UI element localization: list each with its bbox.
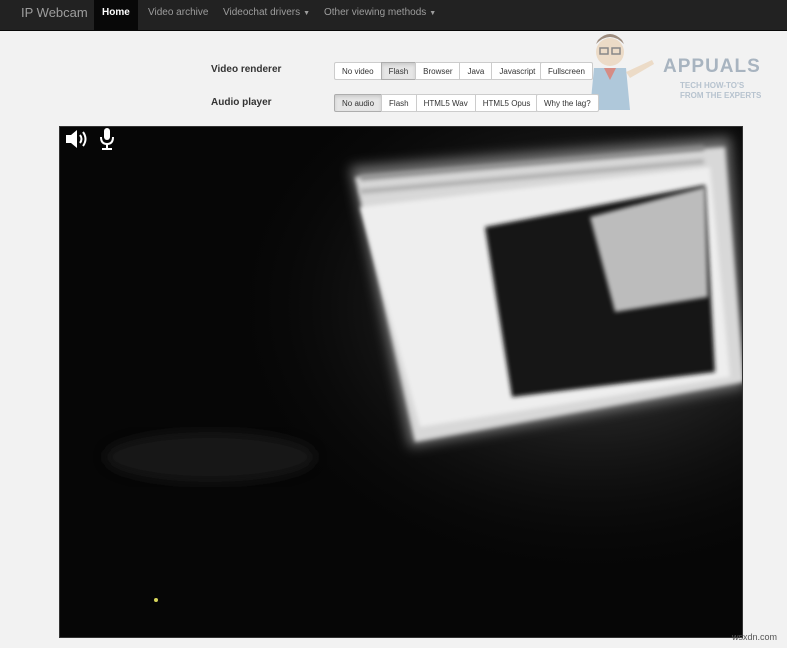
why-the-lag-button[interactable]: Why the lag? [536, 94, 599, 112]
audio-player-html5-opus-button[interactable]: HTML5 Opus [474, 94, 539, 112]
nav-videochat-drivers-label: Videochat drivers [223, 7, 301, 18]
microphone-icon[interactable] [98, 127, 116, 151]
navbar: IP Webcam Home Video archive Videochat d… [0, 0, 787, 31]
video-renderer-flash-button[interactable]: Flash [380, 62, 417, 80]
audio-player-label: Audio player [211, 97, 272, 108]
audio-player-flash-button[interactable]: Flash [381, 94, 417, 112]
video-frame-image [60, 127, 742, 637]
video-renderer-java-button[interactable]: Java [459, 62, 493, 80]
video-renderer-no-video-button[interactable]: No video [334, 62, 382, 80]
nav-other-viewing-methods-label: Other viewing methods [324, 7, 427, 18]
why-lag-button-group: Why the lag? [536, 94, 599, 112]
video-stream[interactable] [59, 126, 743, 638]
nav-home[interactable]: Home [94, 0, 138, 30]
fullscreen-button[interactable]: Fullscreen [540, 62, 593, 80]
watermark-text: wsxdn.com [731, 632, 777, 642]
nav-video-archive[interactable]: Video archive [148, 0, 208, 30]
nav-videochat-drivers[interactable]: Videochat drivers ▼ [223, 0, 310, 30]
video-renderer-label: Video renderer [211, 64, 282, 75]
video-renderer-browser-button[interactable]: Browser [415, 62, 461, 80]
audio-player-button-group: No audio Flash HTML5 Wav HTML5 Opus [334, 94, 539, 112]
video-renderer-javascript-button[interactable]: Javascript [491, 62, 544, 80]
caret-down-icon: ▼ [429, 10, 437, 17]
caret-down-icon: ▼ [303, 10, 311, 17]
audio-player-html5-wav-button[interactable]: HTML5 Wav [415, 94, 476, 112]
speaker-icon[interactable] [64, 127, 90, 151]
brand-link[interactable]: IP Webcam [21, 5, 88, 21]
appuals-tagline: TECH HOW-TO'S FROM THE EXPERTS [680, 81, 762, 100]
video-renderer-button-group: No video Flash Browser Java Javascript [334, 62, 544, 80]
appuals-logo-text: APPUALS [663, 56, 761, 77]
nav-other-viewing-methods[interactable]: Other viewing methods ▼ [324, 0, 436, 30]
audio-player-no-audio-button[interactable]: No audio [334, 94, 383, 112]
fullscreen-button-group: Fullscreen [540, 62, 593, 80]
